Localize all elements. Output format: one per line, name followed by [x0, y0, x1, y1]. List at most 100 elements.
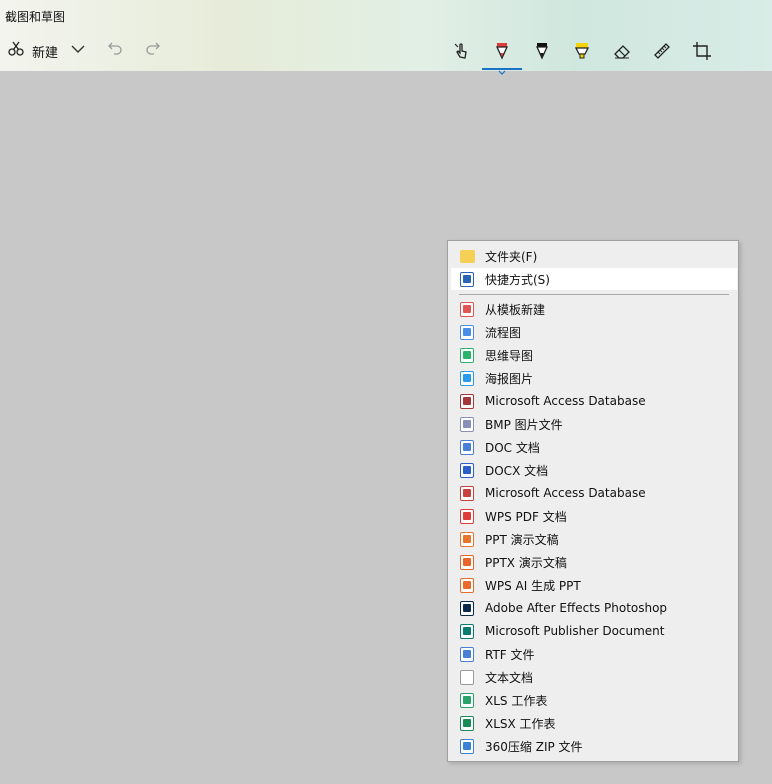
photoshop-icon [459, 600, 475, 616]
rtf-icon [459, 646, 475, 662]
menu-item[interactable]: 从模板新建 [451, 298, 737, 320]
new-snip-label: 新建 [32, 45, 59, 61]
menu-item[interactable]: 文件夹(F) [451, 245, 737, 267]
menu-item[interactable]: DOCX 文档 [451, 459, 737, 481]
context-menu: 文件夹(F) 快捷方式(S) 从模板新建流程图思维导图海报图片 Microsoft A… [447, 240, 739, 762]
menu-item-label: 思维导图 [485, 348, 534, 363]
pdf-icon [459, 508, 475, 524]
pen-options-chevron-icon[interactable] [498, 61, 506, 80]
ppt-icon [459, 531, 475, 547]
flowchart-icon-glyph [460, 324, 474, 340]
wps-ai-ppt-icon-glyph [460, 577, 474, 593]
menu-item[interactable]: PPTX 演示文稿 [451, 551, 737, 573]
access-icon-2-badge [463, 489, 471, 497]
access-icon-2 [459, 485, 475, 501]
bmp-icon-badge [463, 420, 471, 428]
undo-icon[interactable] [106, 40, 124, 62]
photoshop-icon-badge [463, 604, 471, 612]
wps-ai-ppt-icon [459, 577, 475, 593]
menu-separator [459, 294, 729, 295]
publisher-icon-badge [463, 627, 471, 635]
menu-item[interactable]: Adobe After Effects Photoshop [451, 597, 737, 619]
text-document-icon-glyph [460, 669, 474, 685]
menu-item-label: Microsoft Publisher Document [485, 624, 665, 638]
menu-item[interactable]: PPT 演示文稿 [451, 528, 737, 550]
menu-item[interactable]: XLS 工作表 [451, 689, 737, 711]
menu-item[interactable]: Microsoft Access Database [451, 482, 737, 504]
mindmap-icon-glyph [460, 347, 474, 363]
redo-icon[interactable] [144, 40, 162, 62]
pptx-icon-glyph [460, 554, 474, 570]
pdf-icon-badge [463, 512, 471, 520]
docx-icon [459, 462, 475, 478]
zip-archive-icon [459, 738, 475, 754]
template-icon-badge [463, 305, 471, 313]
doc-icon-badge [463, 443, 471, 451]
menu-item-label: 文本文档 [485, 670, 534, 685]
chevron-down-icon[interactable] [70, 41, 86, 61]
pptx-icon-badge [463, 558, 471, 566]
pptx-icon [459, 554, 475, 570]
menu-item[interactable]: DOC 文档 [451, 436, 737, 458]
pdf-icon-glyph [460, 508, 474, 524]
touch-writing-icon[interactable] [450, 39, 474, 63]
menu-item[interactable]: 流程图 [451, 321, 737, 343]
shortcut-icon [459, 271, 475, 287]
xlsx-icon [459, 715, 475, 731]
menu-item-label: PPTX 演示文稿 [485, 555, 567, 570]
menu-item-label: XLS 工作表 [485, 693, 548, 708]
access-icon-2-glyph [460, 485, 474, 501]
rtf-icon-badge [463, 650, 471, 658]
menu-item[interactable]: 文本文档 [451, 666, 737, 688]
menu-item[interactable]: XLSX 工作表 [451, 712, 737, 734]
menu-item[interactable]: 快捷方式(S) [451, 268, 737, 290]
menu-item[interactable]: WPS AI 生成 PPT [451, 574, 737, 596]
new-snip-button[interactable]: 新建 [6, 40, 58, 62]
menu-item-label: Adobe After Effects Photoshop [485, 601, 668, 615]
snip-icon [6, 39, 26, 63]
flowchart-icon [459, 324, 475, 340]
bmp-icon [459, 416, 475, 432]
menu-item-label: XLSX 工作表 [485, 716, 556, 731]
menu-item[interactable]: Microsoft Publisher Document [451, 620, 737, 642]
xlsx-icon-badge [463, 719, 471, 727]
shortcut-icon-badge [463, 275, 471, 283]
poster-icon [459, 370, 475, 386]
menu-item-label: BMP 图片文件 [485, 417, 563, 432]
shortcut-icon-glyph [460, 271, 474, 287]
menu-item-label: DOC 文档 [485, 440, 540, 455]
menu-item-label: 快捷方式(S) [485, 272, 550, 287]
bmp-icon-glyph [460, 416, 474, 432]
ppt-icon-glyph [460, 531, 474, 547]
menu-item[interactable]: 思维导图 [451, 344, 737, 366]
menu-item-label: 海报图片 [485, 371, 534, 386]
ruler-icon[interactable] [650, 39, 674, 63]
menu-item[interactable]: WPS PDF 文档 [451, 505, 737, 527]
crop-icon[interactable] [690, 39, 714, 63]
selected-tool-indicator [482, 68, 522, 70]
wps-ai-ppt-icon-badge [463, 581, 471, 589]
ballpoint-pen-icon[interactable] [490, 39, 514, 63]
publisher-icon-glyph [460, 623, 474, 639]
menu-item-label: 从模板新建 [485, 302, 546, 317]
pencil-icon[interactable] [530, 39, 554, 63]
mindmap-icon [459, 347, 475, 363]
xlsx-icon-glyph [460, 715, 474, 731]
menu-item-label: DOCX 文档 [485, 463, 549, 478]
flowchart-icon-badge [463, 328, 471, 336]
menu-item[interactable]: 360压缩 ZIP 文件 [451, 735, 737, 757]
text-document-icon [459, 669, 475, 685]
doc-icon-glyph [460, 439, 474, 455]
menu-item[interactable]: Microsoft Access Database [451, 390, 737, 412]
menu-item[interactable]: 海报图片 [451, 367, 737, 389]
highlighter-icon[interactable] [570, 39, 594, 63]
menu-item-label: 流程图 [485, 325, 522, 340]
zip-archive-icon-badge [463, 742, 471, 750]
doc-icon [459, 439, 475, 455]
menu-item-label: PPT 演示文稿 [485, 532, 559, 547]
eraser-icon[interactable] [610, 39, 634, 63]
menu-item[interactable]: BMP 图片文件 [451, 413, 737, 435]
toolbar-left: 新建 [6, 40, 162, 62]
menu-item[interactable]: RTF 文件 [451, 643, 737, 665]
poster-icon-badge [463, 374, 471, 382]
